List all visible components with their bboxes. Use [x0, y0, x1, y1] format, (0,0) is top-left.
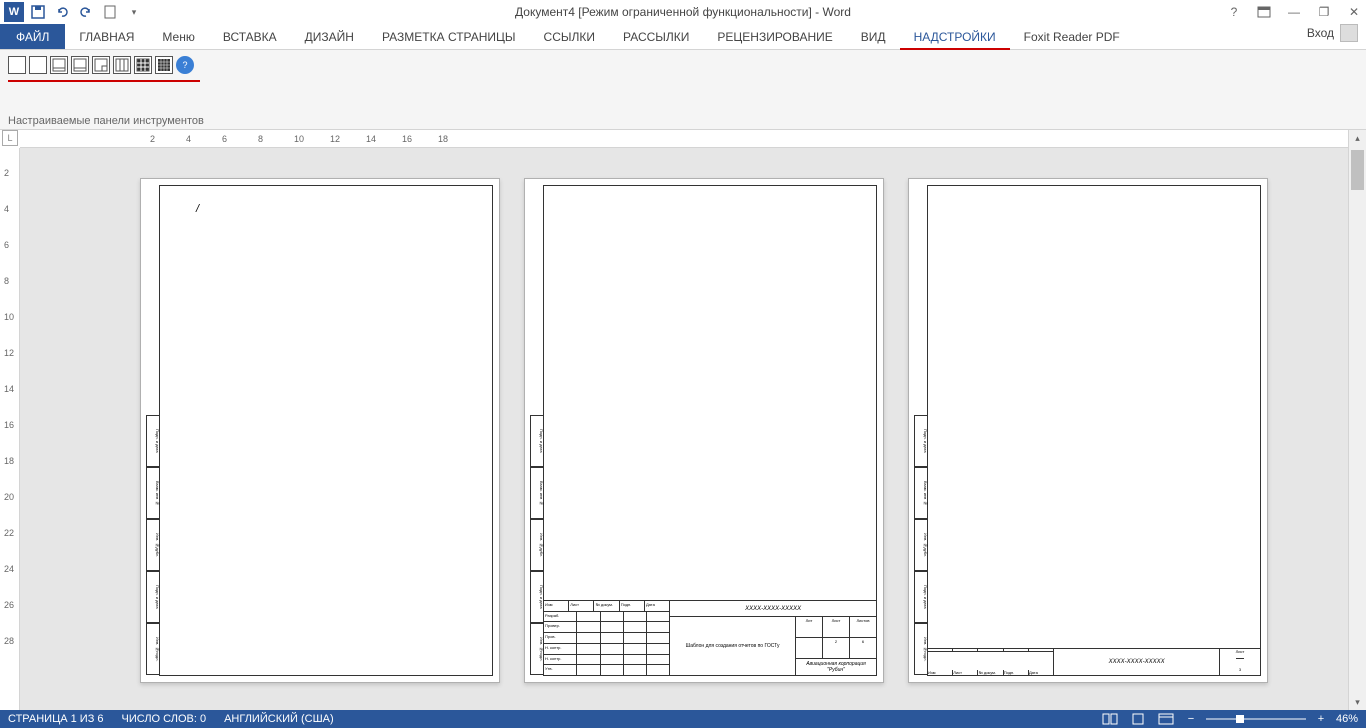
new-doc-icon[interactable]	[100, 2, 120, 22]
avatar-icon	[1340, 24, 1358, 42]
title-bar: W ▾ Документ4 [Режим ограниченной функци…	[0, 0, 1366, 24]
word-logo-icon: W	[4, 2, 24, 22]
sign-in[interactable]: Вход	[1307, 24, 1358, 42]
tab-mailings[interactable]: РАССЫЛКИ	[609, 24, 703, 49]
scroll-up-icon[interactable]: ▴	[1349, 130, 1366, 146]
document-area[interactable]: / Подп. и датаВзам. инв №Инв. №дубл.Подп…	[20, 148, 1348, 710]
page-1[interactable]: / Подп. и датаВзам. инв №Инв. №дубл.Подп…	[140, 178, 500, 683]
gost-doc-number: ХХХХ-ХХХХ-ХХХХХ	[670, 601, 876, 617]
gost-small-block: ИзмЛист№ докум.Подп.Дата ХХХХ-ХХХХ-ХХХХХ…	[927, 648, 1261, 676]
tab-menu[interactable]: Меню	[148, 24, 208, 49]
page-3[interactable]: Подп. и датаВзам. инв №Инв. №дубл.Подп. …	[908, 178, 1268, 683]
gost-title-block: ИзмЛист№ докум.Подп.ДатаРазраб.Провер.Пр…	[543, 600, 877, 676]
addin-frame4-icon[interactable]	[71, 56, 89, 74]
page-2[interactable]: Подп. и датаВзам. инв №Инв. №дубл.Подп. …	[524, 178, 884, 683]
close-button[interactable]: ✕	[1346, 4, 1362, 20]
ribbon-group-label: Настраиваемые панели инструментов	[8, 115, 204, 127]
zoom-slider[interactable]	[1206, 718, 1306, 720]
redo-icon[interactable]	[76, 2, 96, 22]
tab-file[interactable]: ФАЙЛ	[0, 24, 65, 49]
sign-in-label: Вход	[1307, 26, 1334, 40]
gost-company: Авиационная корпорация "Рубин"	[796, 659, 876, 675]
addin-underline	[8, 80, 200, 82]
minimize-button[interactable]: —	[1286, 4, 1302, 20]
tab-selector-icon[interactable]: L	[2, 130, 18, 146]
addin-toolbar: ?	[8, 56, 1358, 74]
tab-insert[interactable]: ВСТАВКА	[209, 24, 291, 49]
undo-icon[interactable]	[52, 2, 72, 22]
addin-grid3-icon[interactable]	[155, 56, 173, 74]
addin-frame5-icon[interactable]	[92, 56, 110, 74]
addin-grid2-icon[interactable]	[134, 56, 152, 74]
tab-home[interactable]: ГЛАВНАЯ	[65, 24, 148, 49]
addin-frame1-icon[interactable]	[8, 56, 26, 74]
view-read-icon[interactable]	[1100, 712, 1120, 726]
addin-frame2-icon[interactable]	[29, 56, 47, 74]
restore-button[interactable]: ❐	[1316, 4, 1332, 20]
zoom-in-button[interactable]: +	[1314, 713, 1328, 725]
gost-doc-number-small: ХХХХ-ХХХХ-ХХХХХ	[1054, 649, 1220, 675]
tab-review[interactable]: РЕЦЕНЗИРОВАНИЕ	[703, 24, 846, 49]
view-print-icon[interactable]	[1128, 712, 1148, 726]
zoom-level[interactable]: 46%	[1336, 713, 1358, 725]
view-web-icon[interactable]	[1156, 712, 1176, 726]
window-controls: ? — ❐ ✕	[1226, 4, 1362, 20]
ribbon-content: ? Настраиваемые панели инструментов	[0, 50, 1366, 130]
window-title: Документ4 [Режим ограниченной функционал…	[515, 5, 851, 19]
tab-references[interactable]: ССЫЛКИ	[530, 24, 609, 49]
tab-foxit[interactable]: Foxit Reader PDF	[1010, 24, 1134, 49]
tab-layout[interactable]: РАЗМЕТКА СТРАНИЦЫ	[368, 24, 530, 49]
scrollbar-vertical[interactable]: ▴ ▾	[1348, 130, 1366, 710]
addin-help-icon[interactable]: ?	[176, 56, 194, 74]
ruler-vertical[interactable]: 246810121416182022242628	[0, 148, 20, 710]
ruler-horizontal[interactable]: L 24681012141618	[20, 130, 1348, 148]
ribbon-display-options[interactable]	[1256, 4, 1272, 20]
tab-design[interactable]: ДИЗАЙН	[291, 24, 368, 49]
gost-sheet-num: 3	[1239, 667, 1241, 676]
tab-addins[interactable]: НАДСТРОЙКИ	[900, 25, 1010, 50]
gost-template-name: Шаблон для создания отчетов по ГОСТу	[670, 617, 796, 675]
status-words[interactable]: ЧИСЛО СЛОВ: 0	[122, 713, 207, 725]
save-icon[interactable]	[28, 2, 48, 22]
status-bar: СТРАНИЦА 1 ИЗ 6 ЧИСЛО СЛОВ: 0 АНГЛИЙСКИЙ…	[0, 710, 1366, 728]
qat-customize-icon[interactable]: ▾	[124, 2, 144, 22]
addin-grid1-icon[interactable]	[113, 56, 131, 74]
help-button[interactable]: ?	[1226, 4, 1242, 20]
scroll-thumb[interactable]	[1351, 150, 1364, 190]
status-lang[interactable]: АНГЛИЙСКИЙ (США)	[224, 713, 334, 725]
ribbon-tabs: ФАЙЛ ГЛАВНАЯ Меню ВСТАВКА ДИЗАЙН РАЗМЕТК…	[0, 24, 1366, 50]
zoom-out-button[interactable]: −	[1184, 713, 1198, 725]
quick-access-toolbar: W ▾	[0, 2, 144, 22]
addin-frame3-icon[interactable]	[50, 56, 68, 74]
tab-view[interactable]: ВИД	[847, 24, 900, 49]
scroll-down-icon[interactable]: ▾	[1349, 694, 1366, 710]
status-page[interactable]: СТРАНИЦА 1 ИЗ 6	[8, 713, 104, 725]
gost-sheet-label: Лист	[1236, 649, 1245, 659]
